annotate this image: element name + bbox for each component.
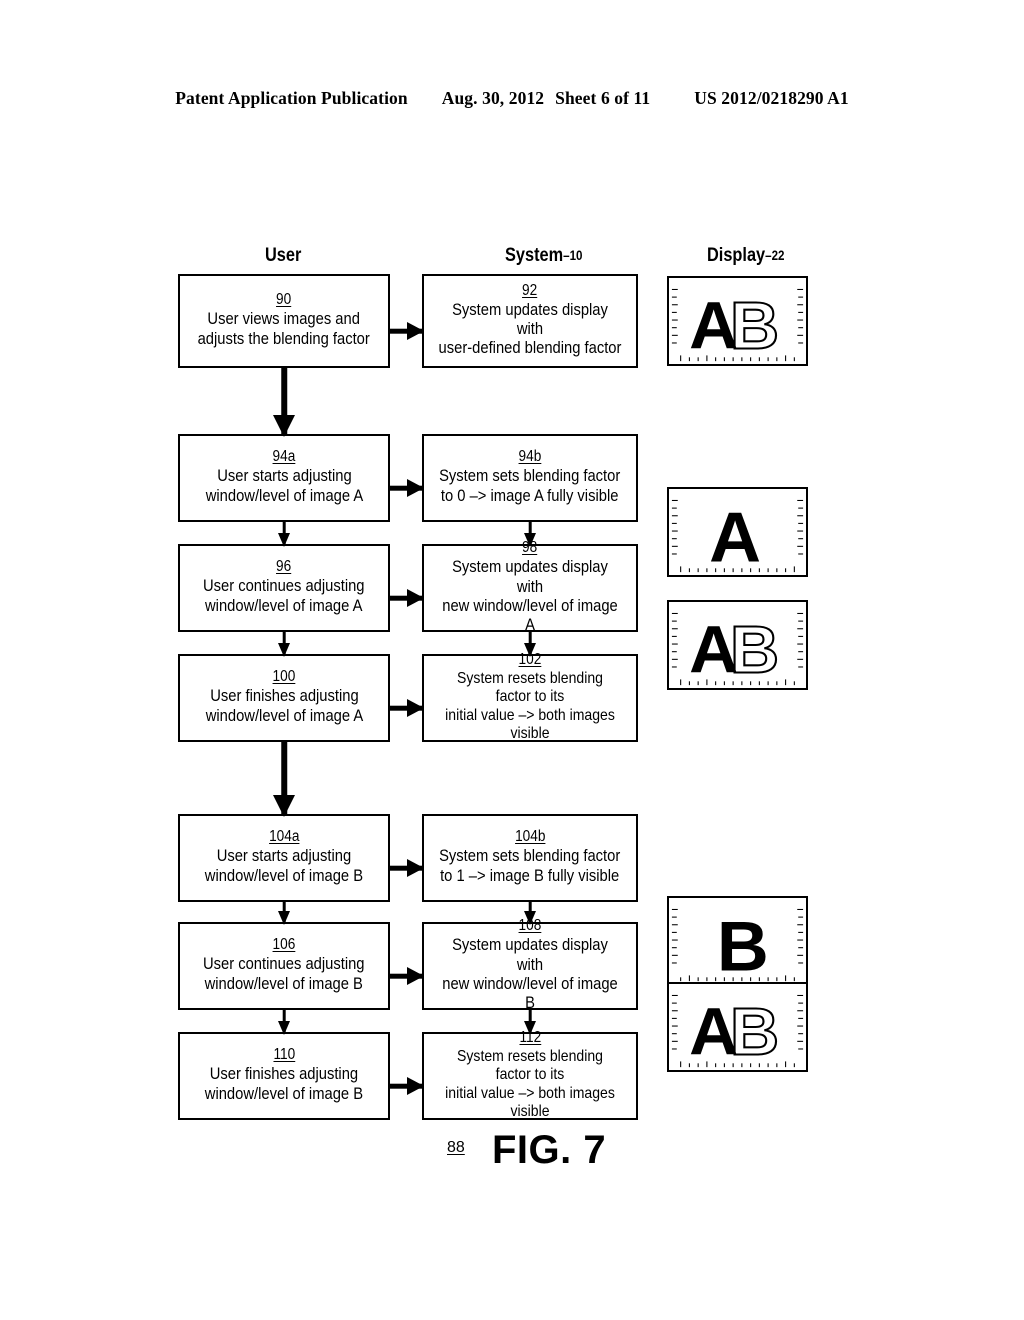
column-header-system: System–10 [505, 245, 583, 267]
thumbnail-image-ab-blend-icon: A B [671, 288, 804, 364]
process-box-110-text: User finishes adjusting window/level of … [204, 1065, 364, 1103]
svg-text:A: A [709, 498, 761, 575]
arrow-100-to-104a [271, 740, 297, 817]
process-box-104b: 104b System sets blending factor to 1 –>… [422, 814, 638, 902]
figure-label: FIG. 7 [492, 1128, 607, 1172]
process-box-100-text: User finishes adjusting window/level of … [205, 687, 363, 725]
arrow-104a-to-104b [390, 858, 424, 878]
arrow-106-to-108 [390, 966, 424, 986]
arrow-head-right-icon [407, 859, 424, 877]
process-box-92-number: 92 [522, 281, 538, 299]
process-box-98-text: System updates display with new window/l… [442, 558, 618, 634]
display-thumbnail-blended-ab-1: A B [667, 276, 808, 366]
figure-7-flowchart: User System–10 Display–22 90 User views … [0, 0, 1024, 1320]
arrow-98-to-102 [521, 630, 539, 657]
svg-text:B: B [717, 907, 769, 984]
svg-text:B: B [730, 995, 779, 1069]
arrow-110-to-112 [390, 1076, 424, 1096]
arrow-head-right-icon [407, 967, 424, 985]
arrow-104a-to-106 [275, 900, 293, 925]
arrow-94a-to-94b [390, 478, 424, 498]
thumbnail-image-b-icon: B [671, 907, 804, 984]
arrow-head-down-icon [524, 533, 536, 547]
arrow-90-to-94a [271, 366, 297, 437]
process-box-96: 96 User continues adjusting window/level… [178, 544, 390, 632]
process-box-94b-number: 94b [518, 448, 542, 466]
process-box-94a-text: User starts adjusting window/level of im… [205, 467, 363, 505]
figure-reference-number: 88 [447, 1139, 465, 1156]
display-thumbnail-blended-ab-2: A B [667, 600, 808, 690]
arrow-106-to-110 [275, 1008, 293, 1035]
arrow-100-to-102 [390, 698, 424, 718]
arrow-head-down-icon [278, 643, 290, 657]
thumbnail-image-a-icon: A [671, 498, 804, 575]
column-header-system-label: System [505, 245, 564, 266]
process-box-112-text: System resets blending factor to its ini… [445, 1048, 615, 1120]
arrow-head-right-icon [407, 479, 424, 497]
column-header-display: Display–22 [707, 245, 785, 267]
arrow-104b-to-108 [521, 900, 539, 925]
process-box-108-text: System updates display with new window/l… [442, 936, 618, 1012]
process-box-104b-number: 104b [514, 828, 546, 846]
arrow-94b-to-98 [521, 520, 539, 547]
process-box-102: 102 System resets blending factor to its… [422, 651, 638, 742]
thumbnail-image-ab-blend-icon: A B [671, 612, 804, 688]
arrow-96-to-100 [275, 630, 293, 657]
process-box-90-text: User views images and adjusts the blendi… [197, 310, 371, 348]
thumbnail-image-ab-blend-icon: A B [671, 994, 804, 1070]
process-box-108: 108 System updates display with new wind… [422, 917, 638, 1012]
arrow-head-down-icon [524, 911, 536, 925]
process-box-106-text: User continues adjusting window/level of… [203, 955, 365, 993]
arrow-head-down-icon [278, 1021, 290, 1035]
process-box-104a-number: 104a [268, 828, 300, 846]
arrow-head-right-icon [407, 1077, 424, 1095]
arrow-96-to-98 [390, 588, 424, 608]
arrow-94a-to-96 [275, 520, 293, 547]
process-box-110: 110 User finishes adjusting window/level… [178, 1032, 390, 1120]
arrow-head-down-icon [278, 533, 290, 547]
process-box-112: 112 System resets blending factor to its… [422, 1029, 638, 1120]
column-header-display-label: Display [707, 245, 766, 266]
process-box-92: 92 System updates display with user-defi… [422, 274, 638, 368]
process-box-96-text: User continues adjusting window/level of… [203, 577, 365, 615]
process-box-110-number: 110 [273, 1046, 295, 1064]
arrow-head-down-icon [524, 1021, 536, 1035]
arrow-head-down-icon [273, 415, 295, 437]
process-box-106: 106 User continues adjusting window/leve… [178, 922, 390, 1010]
process-box-96-number: 96 [276, 558, 292, 576]
process-box-100: 100 User finishes adjusting window/level… [178, 654, 390, 742]
process-box-94a-number: 94a [272, 448, 296, 466]
arrow-head-right-icon [407, 322, 424, 340]
arrow-head-right-icon [407, 699, 424, 717]
process-box-92-text: System updates display with user-defined… [438, 300, 622, 358]
process-box-104a: 104a User starts adjusting window/level … [178, 814, 390, 902]
arrow-head-down-icon [524, 643, 536, 657]
display-thumbnail-image-b-only: B [667, 896, 808, 986]
column-header-user-label: User [265, 245, 302, 266]
arrow-head-down-icon [278, 911, 290, 925]
process-box-98: 98 System updates display with new windo… [422, 539, 638, 634]
process-box-100-number: 100 [272, 668, 296, 686]
column-header-display-ref: –22 [765, 248, 785, 263]
process-box-94a: 94a User starts adjusting window/level o… [178, 434, 390, 522]
process-box-104b-text: System sets blending factor to 1 –> imag… [439, 847, 621, 885]
svg-text:B: B [730, 289, 779, 363]
svg-text:B: B [730, 613, 779, 687]
arrow-head-down-icon [273, 795, 295, 817]
arrow-head-right-icon [407, 589, 424, 607]
process-box-90-number: 90 [276, 291, 292, 309]
column-header-user: User [265, 245, 301, 267]
display-thumbnail-blended-ab-3: A B [667, 982, 808, 1072]
display-thumbnail-image-a-only: A [667, 487, 808, 577]
process-box-94b-text: System sets blending factor to 0 –> imag… [439, 467, 621, 505]
process-box-90: 90 User views images and adjusts the ble… [178, 274, 390, 368]
arrow-90-to-92 [390, 321, 424, 341]
arrow-108-to-112 [521, 1008, 539, 1035]
column-header-system-ref: –10 [563, 248, 583, 263]
process-box-94b: 94b System sets blending factor to 0 –> … [422, 434, 638, 522]
process-box-104a-text: User starts adjusting window/level of im… [204, 847, 364, 885]
process-box-106-number: 106 [272, 936, 296, 954]
process-box-102-text: System resets blending factor to its ini… [445, 670, 615, 742]
